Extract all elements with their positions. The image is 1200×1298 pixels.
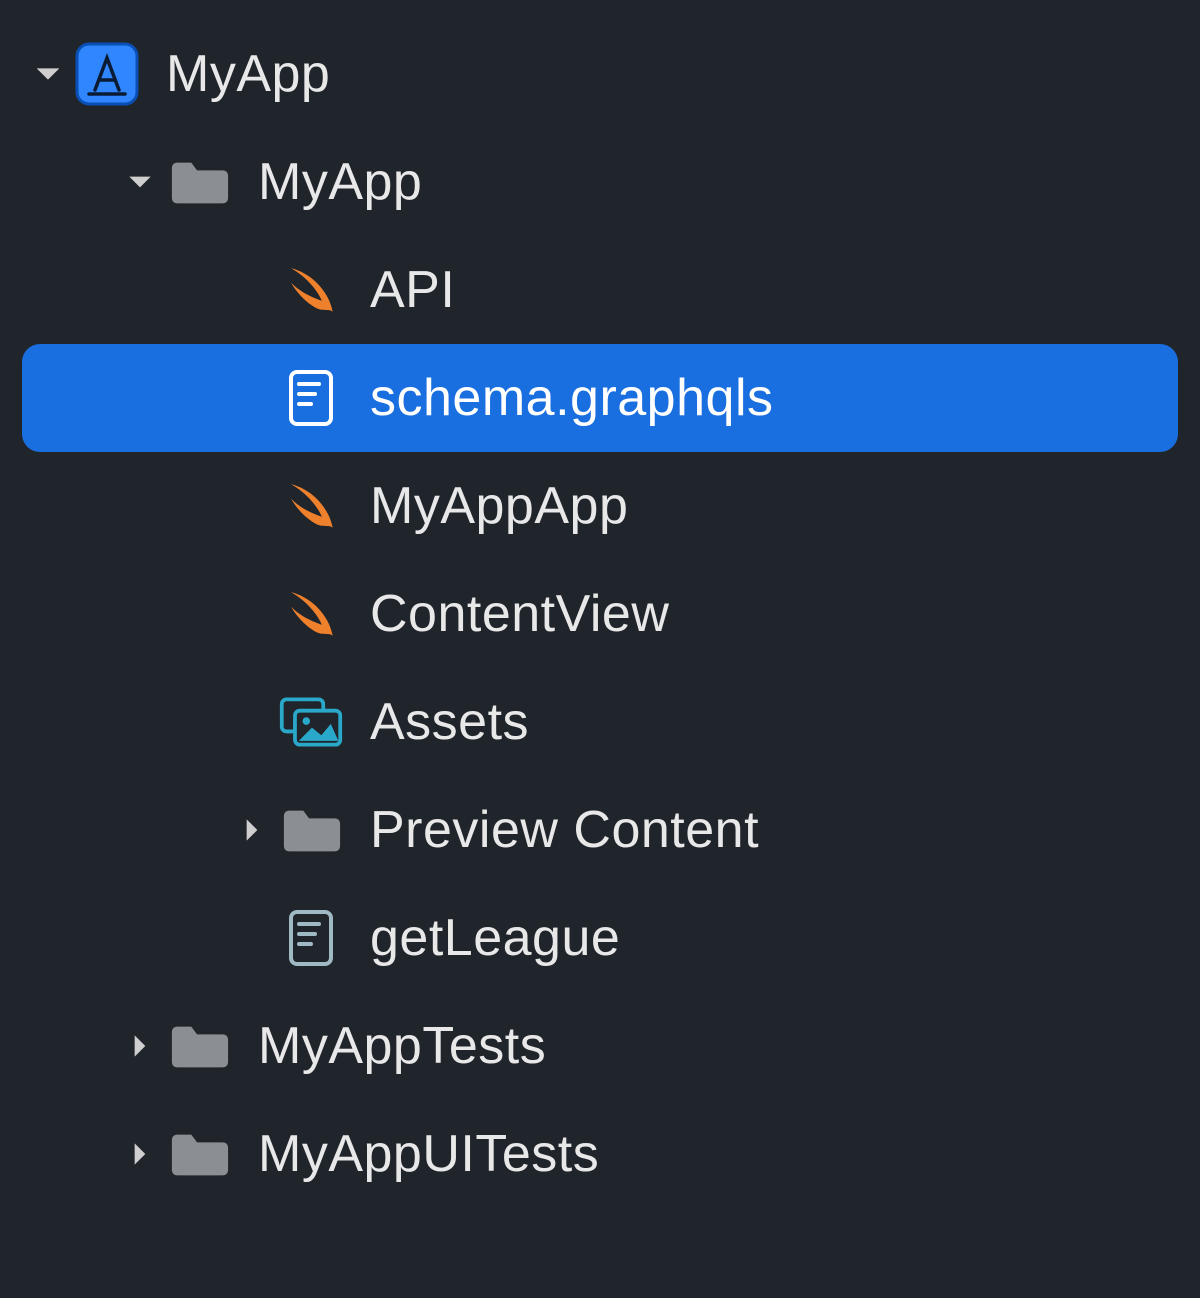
tree-item-label: API — [370, 260, 455, 320]
tree-item-label: MyApp — [166, 44, 330, 104]
document-icon — [276, 363, 346, 433]
tree-row-file-myappapp[interactable]: MyAppApp — [0, 452, 1200, 560]
tree-item-label: getLeague — [370, 908, 620, 968]
document-icon — [276, 903, 346, 973]
tree-row-project-root[interactable]: MyApp — [0, 20, 1200, 128]
swift-file-icon — [276, 471, 346, 541]
tree-row-file-contentview[interactable]: ContentView — [0, 560, 1200, 668]
tree-item-label: ContentView — [370, 584, 669, 644]
tree-row-folder-preview-content[interactable]: Preview Content — [0, 776, 1200, 884]
tree-item-label: Assets — [370, 692, 529, 752]
chevron-down-icon[interactable] — [116, 166, 164, 198]
tree-row-folder-myappuitests[interactable]: MyAppUITests — [0, 1100, 1200, 1208]
tree-item-label: MyAppTests — [258, 1016, 546, 1076]
swift-file-icon — [276, 579, 346, 649]
tree-item-label: MyAppApp — [370, 476, 628, 536]
folder-icon — [164, 1119, 234, 1189]
chevron-down-icon[interactable] — [24, 57, 72, 91]
tree-row-folder-myapp[interactable]: MyApp — [0, 128, 1200, 236]
file-tree: MyApp MyApp API — [0, 0, 1200, 1208]
folder-icon — [276, 795, 346, 865]
chevron-right-icon[interactable] — [116, 1138, 164, 1170]
tree-item-label: Preview Content — [370, 800, 759, 860]
chevron-right-icon[interactable] — [116, 1030, 164, 1062]
folder-icon — [164, 147, 234, 217]
tree-item-label: MyAppUITests — [258, 1124, 599, 1184]
tree-item-label: schema.graphqls — [370, 368, 774, 428]
swift-file-icon — [276, 255, 346, 325]
tree-row-assets[interactable]: Assets — [0, 668, 1200, 776]
chevron-right-icon[interactable] — [228, 814, 276, 846]
folder-icon — [164, 1011, 234, 1081]
tree-row-file-schema-graphqls[interactable]: schema.graphqls — [22, 344, 1178, 452]
tree-row-file-getleague[interactable]: getLeague — [0, 884, 1200, 992]
tree-row-file-api[interactable]: API — [0, 236, 1200, 344]
tree-item-label: MyApp — [258, 152, 422, 212]
tree-row-folder-myapptests[interactable]: MyAppTests — [0, 992, 1200, 1100]
xcode-project-icon — [72, 39, 142, 109]
assets-catalog-icon — [276, 687, 346, 757]
